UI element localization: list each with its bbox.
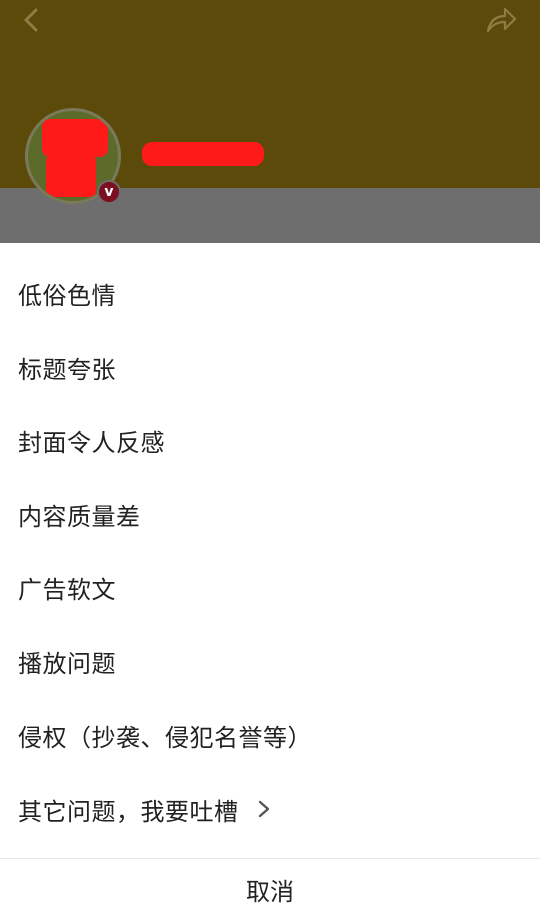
author-name-redacted (142, 142, 264, 166)
report-option-infringement[interactable]: 侵权（抄袭、侵犯名誉等） (0, 698, 540, 772)
chevron-right-icon (258, 800, 269, 818)
avatar-redaction (46, 155, 96, 197)
report-option-label: 低俗色情 (18, 281, 116, 310)
report-option-label: 其它问题，我要吐槽 (18, 797, 239, 826)
report-option-other-feedback[interactable]: 其它问题，我要吐槽 (0, 772, 540, 846)
report-option-poor-quality[interactable]: 内容质量差 (0, 477, 540, 551)
report-option-offensive-cover[interactable]: 封面令人反感 (0, 403, 540, 477)
report-option-label: 播放问题 (18, 649, 116, 678)
verified-badge-icon: v (97, 180, 121, 204)
report-option-vulgar[interactable]: 低俗色情 (0, 256, 540, 330)
report-option-label: 广告软文 (18, 575, 116, 604)
avatar-redaction (42, 119, 108, 157)
share-arrow-icon[interactable] (484, 4, 518, 36)
report-option-label: 标题夸张 (18, 355, 116, 384)
report-option-playback-issue[interactable]: 播放问题 (0, 624, 540, 698)
report-action-sheet: 低俗色情 标题夸张 封面令人反感 内容质量差 广告软文 播放问题 侵权（抄袭、侵… (0, 243, 540, 920)
report-option-label: 内容质量差 (18, 502, 141, 531)
report-option-label: 封面令人反感 (18, 428, 165, 457)
report-option-label: 侵权（抄袭、侵犯名誉等） (18, 723, 312, 752)
report-option-clickbait-title[interactable]: 标题夸张 (0, 330, 540, 404)
report-option-advertising[interactable]: 广告软文 (0, 550, 540, 624)
chevron-left-icon[interactable] (18, 6, 46, 34)
cancel-button[interactable]: 取消 (0, 859, 540, 920)
